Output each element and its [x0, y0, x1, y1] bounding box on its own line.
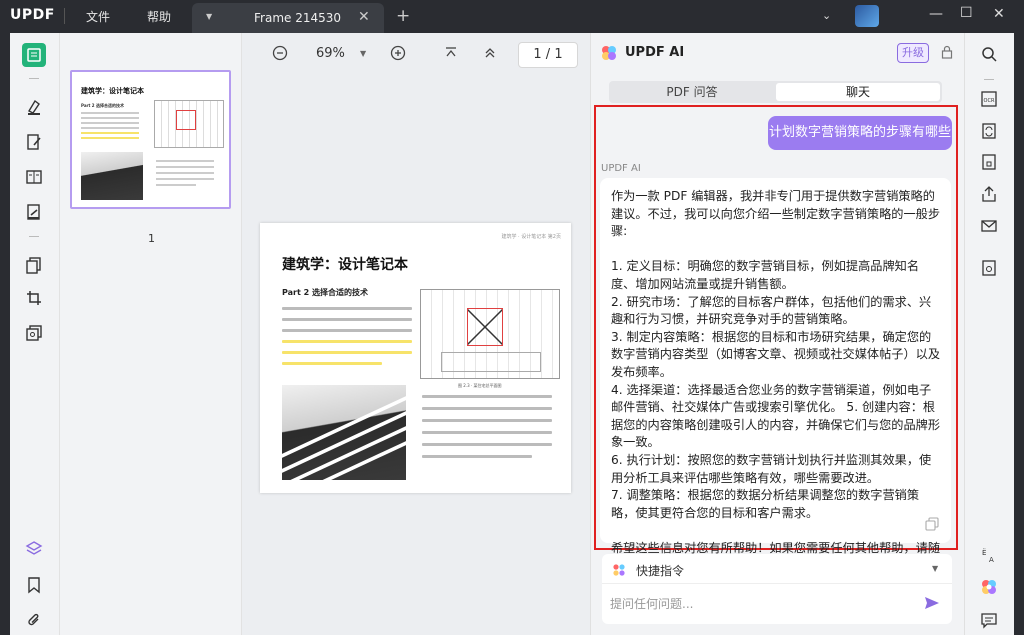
share-icon[interactable]: [978, 183, 1000, 205]
svg-text:A: A: [989, 556, 994, 564]
response-paragraph: 作为一款 PDF 编辑器，我并非专门用于提供数字营销策略的建议。不过，我可以向您…: [611, 189, 941, 239]
title-bar: UPDF 文件 帮助 ▼ Frame 214530 ✕ + ⌄ — ☐ ✕: [0, 0, 1024, 33]
zoom-dropdown-icon[interactable]: ▼: [360, 49, 366, 58]
attachment-icon[interactable]: [22, 608, 46, 632]
window-edge-right: [1014, 33, 1024, 635]
rail-divider: [29, 236, 39, 237]
page-thumbnail[interactable]: 建筑学：设计笔记本 Part 2 选择合适的技术: [70, 70, 231, 209]
zoom-out-icon[interactable]: [272, 45, 288, 64]
menu-help[interactable]: 帮助: [147, 8, 171, 25]
search-icon[interactable]: [978, 43, 1000, 65]
copy-icon[interactable]: [925, 517, 939, 531]
window-edge-left: [0, 33, 10, 635]
send-icon[interactable]: [924, 596, 940, 610]
svg-text:OCR: OCR: [984, 98, 995, 104]
organize-pages-icon[interactable]: [22, 253, 46, 277]
response-paragraph: 7. 调整策略：根据您的数据分析结果调整您的数字营销策略，使其更符合您的目标和客…: [611, 488, 920, 520]
building-photo: [282, 385, 406, 480]
page-section-heading: Part 2 选择合适的技术: [282, 288, 368, 297]
figure-caption: 图 2.3 · 某住宅总平面图: [458, 383, 502, 388]
document-toolbar: 69% ▼ 1 / 1: [242, 33, 590, 77]
first-page-icon[interactable]: [444, 46, 458, 63]
response-spacer: [611, 522, 943, 540]
quick-commands-label: 快捷指令: [636, 564, 685, 578]
tab-close-icon[interactable]: ✕: [358, 9, 370, 25]
zoom-level[interactable]: 69%: [316, 46, 345, 61]
chevron-down-icon: ▼: [932, 564, 939, 573]
ai-response-bubble: 作为一款 PDF 编辑器，我并非专门用于提供数字营销策略的建议。不过，我可以向您…: [600, 178, 951, 572]
window-close-icon[interactable]: ✕: [993, 6, 1005, 22]
edit-pdf-icon[interactable]: [22, 130, 46, 154]
response-paragraph: 6. 执行计划：按照您的数字营销计划执行并监测其效果，使用分析工具来评估哪些策略…: [611, 452, 932, 485]
ai-sender-label: UPDF AI: [601, 163, 641, 174]
rail-divider: [29, 78, 39, 79]
translate-icon[interactable]: ЁA: [978, 544, 1000, 566]
avatar[interactable]: [855, 5, 879, 27]
ask-input[interactable]: [610, 594, 910, 614]
zoom-in-icon[interactable]: [390, 45, 406, 64]
maximize-icon[interactable]: ☐: [960, 5, 973, 21]
comment-highlighter-icon[interactable]: [22, 95, 46, 119]
page-header: 建筑学 · 设计笔记本 第2页: [501, 234, 561, 240]
lock-icon[interactable]: [941, 45, 953, 63]
bookmark-icon[interactable]: [22, 573, 46, 597]
thumbnail-page-number: 1: [148, 232, 155, 245]
ai-assistant-icon[interactable]: [978, 576, 1000, 598]
minimize-icon[interactable]: —: [929, 6, 943, 22]
ocr-icon[interactable]: OCR: [978, 88, 1000, 110]
layers-icon[interactable]: [22, 537, 46, 561]
response-paragraph: 3. 制定内容策略：根据您的目标和市场研究结果，确定您的数字营销内容类型（如博客…: [611, 329, 941, 379]
protect-icon[interactable]: [22, 321, 46, 345]
ai-mode-tabs: PDF 问答 聊天: [609, 81, 942, 103]
previous-page-icon[interactable]: [483, 46, 497, 63]
thumbnail-panel: 建筑学：设计笔记本 Part 2 选择合适的技术 1: [60, 33, 242, 635]
title-separator: [64, 8, 65, 24]
user-message: 计划数字营销策略的步骤有哪些: [768, 116, 952, 150]
ai-panel: UPDF AI 升级 PDF 问答 聊天 计划数字营销策略的步骤有哪些 UPDF…: [590, 33, 964, 635]
pdf-page: 建筑学 · 设计笔记本 第2页 建筑学：设计笔记本 Part 2 选择合适的技术…: [260, 223, 571, 493]
comments-icon[interactable]: [978, 609, 1000, 631]
floor-plan-figure: [420, 289, 560, 379]
document-view[interactable]: 69% ▼ 1 / 1 建筑学 · 设计笔记本 第2页 建筑学：设计笔记本 Pa…: [242, 33, 590, 635]
response-spacer: [611, 241, 943, 259]
updf-ai-logo-icon: [602, 46, 616, 60]
response-paragraph: 2. 研究市场：了解您的目标客户群体，包括他们的需求、兴趣和行为习惯，并研究竞争…: [611, 294, 932, 327]
tab-dropdown-icon[interactable]: ▼: [206, 12, 212, 21]
thumbnail-title: 建筑学：设计笔记本: [81, 87, 144, 95]
convert-icon[interactable]: [978, 120, 1000, 142]
thumbnail-part: Part 2 选择合适的技术: [81, 103, 124, 108]
upgrade-button[interactable]: 升级: [897, 43, 929, 63]
quick-commands-dropdown[interactable]: 快捷指令 ▼: [602, 554, 952, 584]
right-tool-rail: OCR ЁA: [964, 33, 1014, 635]
response-paragraph: 4. 选择渠道：选择最适合您业务的数字营销渠道，例如电子邮件营销、社交媒体广告或…: [611, 382, 941, 450]
chevron-down-icon[interactable]: ⌄: [822, 9, 831, 22]
tab-chat[interactable]: 聊天: [776, 83, 940, 101]
app-logo: UPDF: [10, 7, 55, 23]
response-paragraph: 1. 定义目标：明确您的数字营销目标，例如提高品牌知名度、增加网站流量或提升销售…: [611, 259, 920, 291]
tab-title: Frame 214530: [254, 11, 342, 25]
page-title: 建筑学：设计笔记本: [282, 257, 408, 273]
menu-file[interactable]: 文件: [86, 8, 110, 25]
ai-response-text: 作为一款 PDF 编辑器，我并非专门用于提供数字营销策略的建议。不过，我可以向您…: [611, 188, 943, 575]
tab-pdf-qa[interactable]: PDF 问答: [609, 81, 775, 103]
reader-mode-icon[interactable]: [22, 43, 46, 67]
fill-sign-icon[interactable]: [22, 200, 46, 224]
crop-icon[interactable]: [22, 286, 46, 310]
save-icon[interactable]: [978, 257, 1000, 279]
document-tab[interactable]: ▼ Frame 214530 ✕: [192, 3, 384, 33]
rail-divider: [984, 79, 994, 80]
new-tab-icon[interactable]: +: [396, 6, 410, 26]
quick-commands-icon: [613, 564, 625, 576]
compress-icon[interactable]: [978, 151, 1000, 173]
email-icon[interactable]: [978, 215, 1000, 237]
svg-text:Ё: Ё: [982, 548, 986, 557]
left-tool-rail: [10, 33, 60, 635]
page-number-field[interactable]: 1 / 1: [518, 42, 578, 68]
form-icon[interactable]: [22, 165, 46, 189]
ai-title: UPDF AI: [625, 45, 685, 60]
ask-box: [602, 584, 952, 624]
